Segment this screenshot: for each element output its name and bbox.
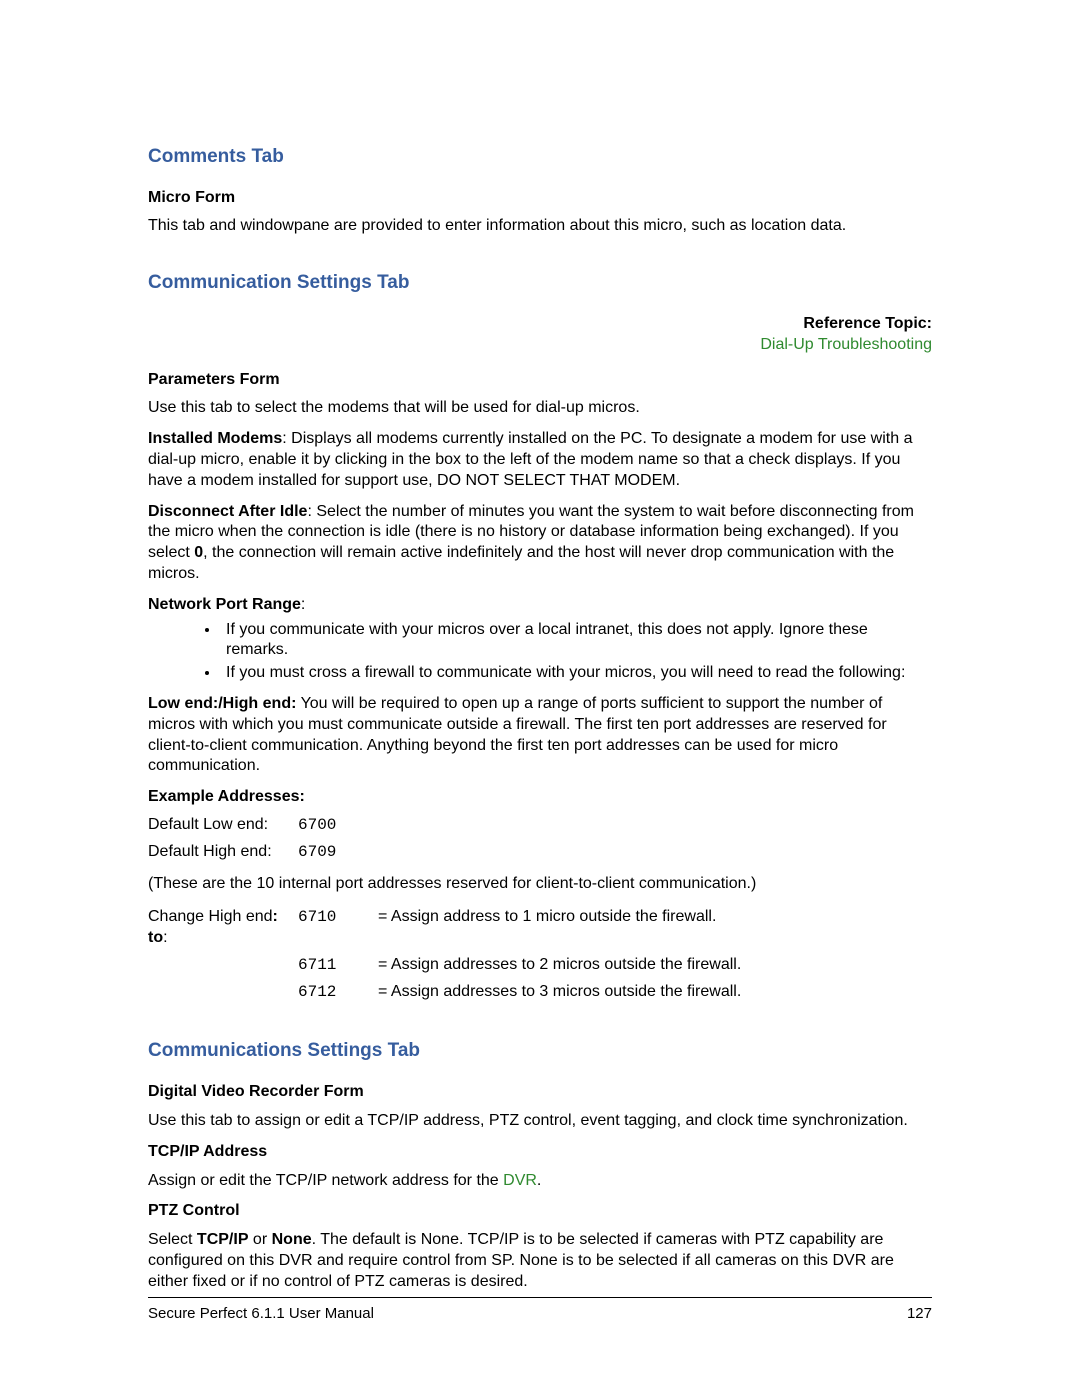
table-change-high-end: Change High end: to: 6710 = Assign addre…: [148, 904, 741, 1005]
subheading-parameters-form: Parameters Form: [148, 370, 932, 391]
text-installed-modems: Installed Modems: Displays all modems cu…: [148, 429, 932, 491]
list-item: If you must cross a firewall to communic…: [220, 663, 932, 684]
table-default-ports: Default Low end: 6700 Default High end: …: [148, 812, 378, 866]
text-disconnect-body-b: , the connection will remain active inde…: [148, 544, 894, 582]
text-params-intro: Use this tab to select the modems that w…: [148, 398, 932, 419]
label-nprange-colon: :: [301, 596, 305, 613]
text-tcpip-body-a: Assign or edit the TCP/IP network addres…: [148, 1172, 503, 1189]
cell-default-low-port: 6700: [298, 812, 378, 839]
text-dvr-intro: Use this tab to assign or edit a TCP/IP …: [148, 1111, 932, 1132]
table-row: Default Low end: 6700: [148, 812, 378, 839]
cell-default-high-port: 6709: [298, 839, 378, 866]
heading-comments-tab: Comments Tab: [148, 145, 932, 170]
footer-page-number: 127: [907, 1304, 932, 1324]
cell-desc-6712: = Assign addresses to 3 micros outside t…: [378, 979, 741, 1006]
page-footer: Secure Perfect 6.1.1 User Manual 127: [148, 1297, 932, 1324]
subheading-tcpip-address: TCP/IP Address: [148, 1142, 932, 1163]
list-item: If you communicate with your micros over…: [220, 620, 932, 662]
subheading-ptz-control: PTZ Control: [148, 1201, 932, 1222]
section-communications-settings: Communications Settings Tab Digital Vide…: [148, 1039, 932, 1292]
reference-topic-label: Reference Topic:: [148, 314, 932, 335]
footer-divider: [148, 1297, 932, 1298]
cell-default-high-label: Default High end:: [148, 839, 298, 866]
label-network-port-range-line: Network Port Range:: [148, 595, 932, 616]
heading-communication-settings-tab: Communication Settings Tab: [148, 271, 932, 296]
reference-topic-block: Reference Topic: Dial-Up Troubleshooting: [148, 314, 932, 356]
label-low-high-end: Low end:/High end:: [148, 695, 296, 712]
label-disconnect-after-idle: Disconnect After Idle: [148, 503, 307, 520]
table-row: 6711 = Assign addresses to 2 micros outs…: [148, 952, 741, 979]
text-ptz-body: Select TCP/IP or None. The default is No…: [148, 1230, 932, 1292]
text-tcpip-body: Assign or edit the TCP/IP network addres…: [148, 1171, 932, 1192]
text-low-high-end: Low end:/High end: You will be required …: [148, 694, 932, 777]
table-row: Change High end: to: 6710 = Assign addre…: [148, 904, 741, 952]
link-dvr[interactable]: DVR: [503, 1172, 537, 1189]
subheading-micro-form: Micro Form: [148, 188, 932, 209]
label-zero: 0: [194, 544, 203, 561]
cell-desc-6711: = Assign addresses to 2 micros outside t…: [378, 952, 741, 979]
section-comments: Comments Tab Micro Form This tab and win…: [148, 145, 932, 237]
subheading-dvr-form: Digital Video Recorder Form: [148, 1082, 932, 1103]
subheading-example-addresses: Example Addresses:: [148, 787, 932, 808]
table-row: Default High end: 6709: [148, 839, 378, 866]
table-row: 6712 = Assign addresses to 3 micros outs…: [148, 979, 741, 1006]
page: Comments Tab Micro Form This tab and win…: [0, 0, 1080, 1397]
section-communication-settings: Communication Settings Tab Reference Top…: [148, 271, 932, 1005]
text-tcpip-body-c: .: [537, 1172, 541, 1189]
label-installed-modems: Installed Modems: [148, 430, 282, 447]
cell-port-6711: 6711: [298, 952, 378, 979]
text-micro-form-body: This tab and windowpane are provided to …: [148, 216, 932, 237]
footer-title: Secure Perfect 6.1.1 User Manual: [148, 1304, 374, 1324]
list-network-port-range: If you communicate with your micros over…: [148, 620, 932, 684]
label-network-port-range: Network Port Range: [148, 596, 301, 613]
cell-port-6710: 6710: [298, 904, 378, 952]
text-disconnect-after-idle: Disconnect After Idle: Select the number…: [148, 502, 932, 585]
heading-communications-settings-tab: Communications Settings Tab: [148, 1039, 932, 1064]
cell-desc-6710: = Assign address to 1 micro outside the …: [378, 904, 741, 952]
cell-port-6712: 6712: [298, 979, 378, 1006]
cell-default-low-label: Default Low end:: [148, 812, 298, 839]
cell-change-high-label: Change High end: to:: [148, 904, 298, 952]
text-internal-ports-note: (These are the 10 internal port addresse…: [148, 874, 932, 895]
link-dial-up-troubleshooting[interactable]: Dial-Up Troubleshooting: [148, 335, 932, 356]
